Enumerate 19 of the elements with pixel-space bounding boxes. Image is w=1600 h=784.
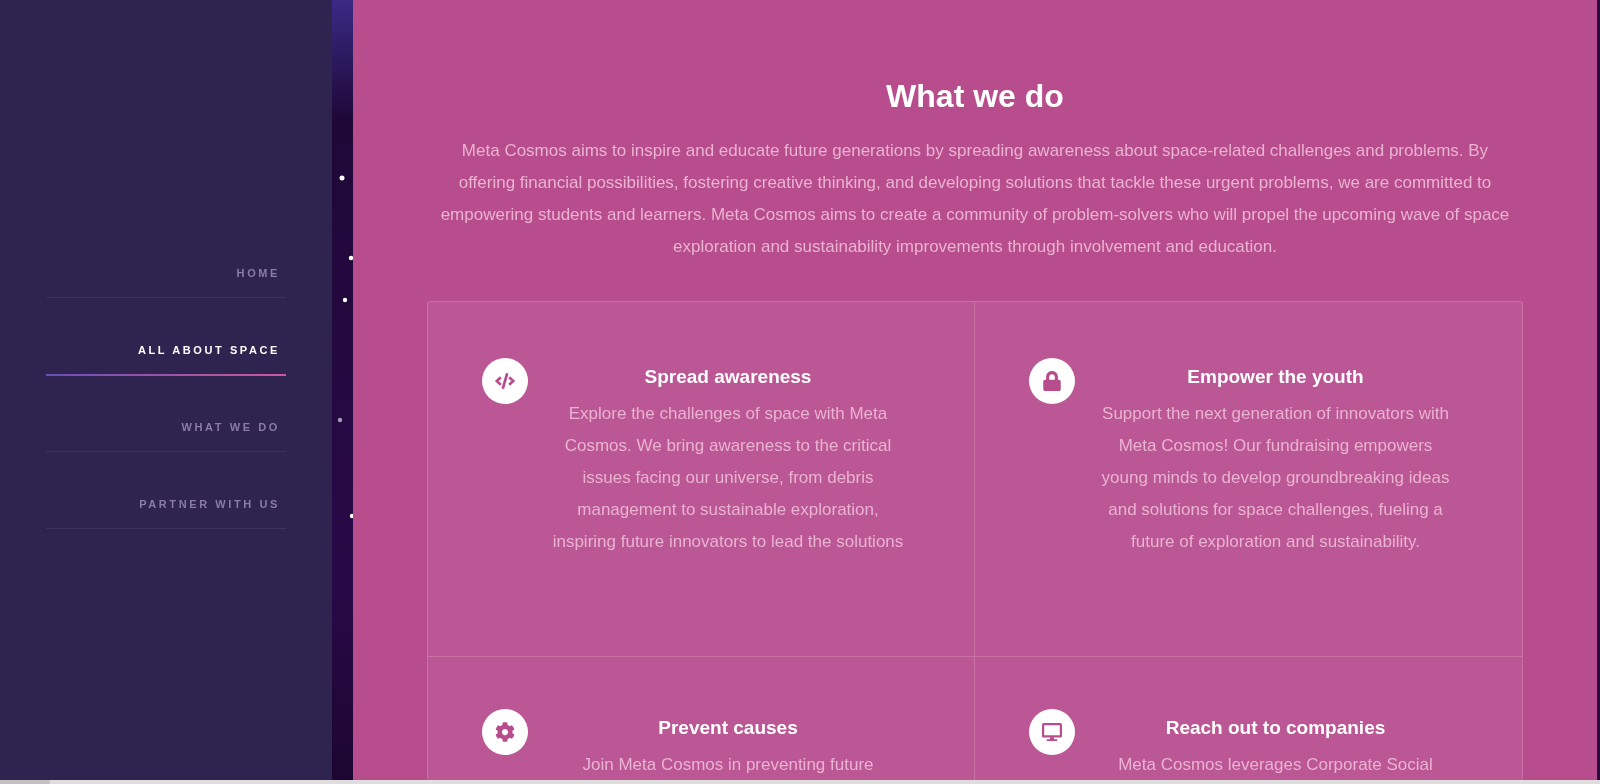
feature-title: Empower the youth <box>1187 366 1364 388</box>
feature-title: Prevent causes <box>658 717 798 739</box>
feature-text: Join Meta Cosmos in preventing future <box>581 754 875 776</box>
code-icon <box>482 358 528 404</box>
nav-link[interactable]: WHAT WE DO <box>46 399 286 452</box>
feature-title: Spread awareness <box>644 366 812 388</box>
feature-title: Reach out to companies <box>1165 717 1386 739</box>
nav-link[interactable]: HOME <box>46 245 286 298</box>
intro-paragraph: Meta Cosmos aims to inspire and educate future generations by spreading awareness about space-related challenges and problems. By offering financial possibilities, fostering creative thinking, and developing solutions that tackle these urgent problems, we are committed to empowering students and learners. Meta Cosmos aims to create a community of problem-solvers who will propel the upcoming wave of space exploration and sustainability improvements through involvement and education. <box>439 140 1511 258</box>
feature-text: Explore the challenges of space with Meta Cosmos. We bring awareness to the critical issues facing our universe, from debris management to sustainable exploration, inspiring future innovators to lead the solutions <box>552 403 904 553</box>
feature-text: Meta Cosmos leverages Corporate Social <box>1117 754 1434 776</box>
nav-link[interactable]: PARTNER WITH US <box>46 476 286 529</box>
nav-link[interactable]: ALL ABOUT SPACE <box>46 322 286 376</box>
gear-icon <box>482 709 528 755</box>
monitor-icon <box>1029 709 1075 755</box>
section-title: What we do <box>886 78 1064 115</box>
scrollbar[interactable] <box>0 780 1600 784</box>
feature-text: Support the next generation of innovators with Meta Cosmos! Our fundraising empowers young minds to develop groundbreaking ideas and solutions for space challenges, fueling a future of exploration and sustainability. <box>1100 403 1451 553</box>
lock-icon <box>1029 358 1075 404</box>
